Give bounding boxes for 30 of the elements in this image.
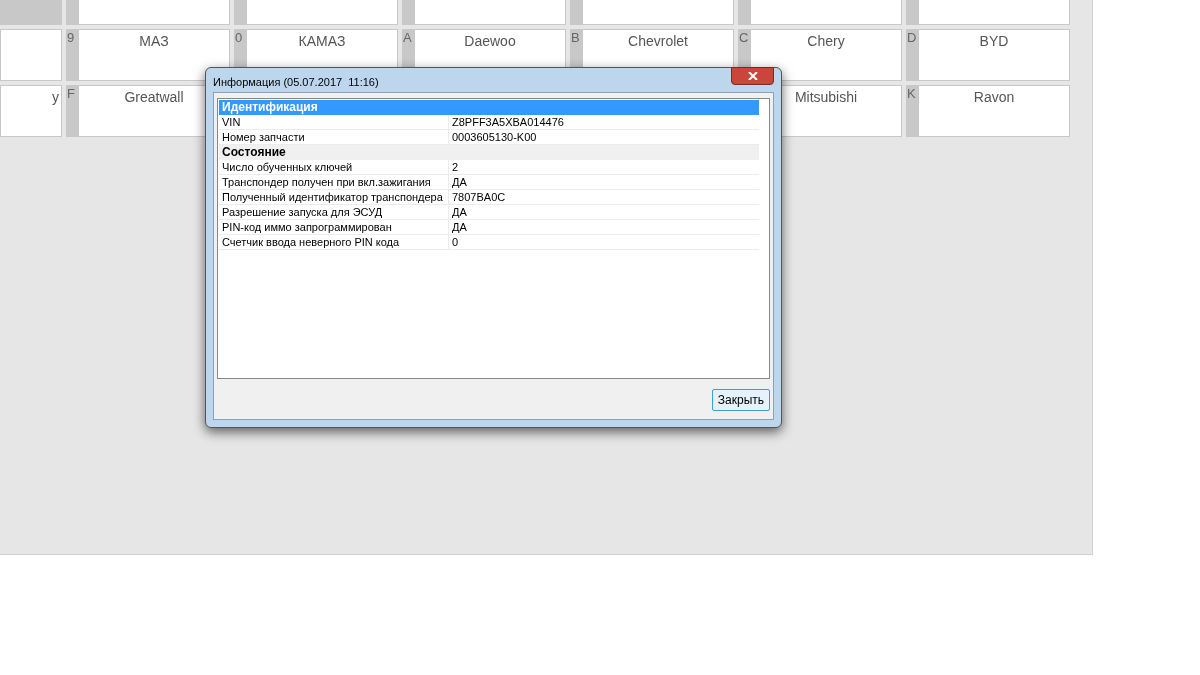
property-name: Разрешение запуска для ЭСУД	[219, 205, 449, 219]
property-value: 0	[451, 235, 459, 249]
key-strip: 9	[66, 29, 78, 81]
close-icon	[747, 72, 758, 80]
section-header: Идентификация	[219, 100, 759, 115]
property-name: PIN-код иммо запрограммирован	[219, 220, 449, 234]
key-strip: F	[66, 85, 78, 137]
app-tile[interactable]	[0, 29, 62, 81]
property-value: ДА	[451, 220, 467, 234]
key-strip: K	[906, 85, 918, 137]
property-name: Число обученных ключей	[219, 160, 449, 174]
property-value: ДА	[451, 205, 467, 219]
app-tile[interactable]: BYD	[918, 29, 1070, 81]
property-value: 0003605130-K00	[451, 130, 537, 144]
property-value: Z8PFF3A5XBA014476	[451, 115, 564, 129]
app-tile[interactable]: Ravon	[918, 85, 1070, 137]
section-header: Состояние	[219, 145, 759, 160]
key-strip: D	[906, 29, 918, 81]
property-value: 7807BA0C	[451, 190, 506, 204]
app-tile[interactable]: y	[0, 85, 62, 137]
property-value: 2	[451, 160, 459, 174]
app-tile[interactable]: Chery	[750, 29, 902, 81]
close-dialog-button[interactable]: Закрыть	[711, 389, 770, 411]
property-value: ДА	[451, 175, 467, 189]
property-name: Транспондер получен при вкл.зажигания	[219, 175, 449, 189]
property-name: Счетчик ввода неверного PIN кода	[219, 235, 449, 249]
property-name: VIN	[219, 115, 449, 129]
property-name: Номер запчасти	[219, 130, 449, 144]
close-button[interactable]	[731, 67, 774, 85]
property-name: Полученный идентификатор транспондера	[219, 190, 449, 204]
